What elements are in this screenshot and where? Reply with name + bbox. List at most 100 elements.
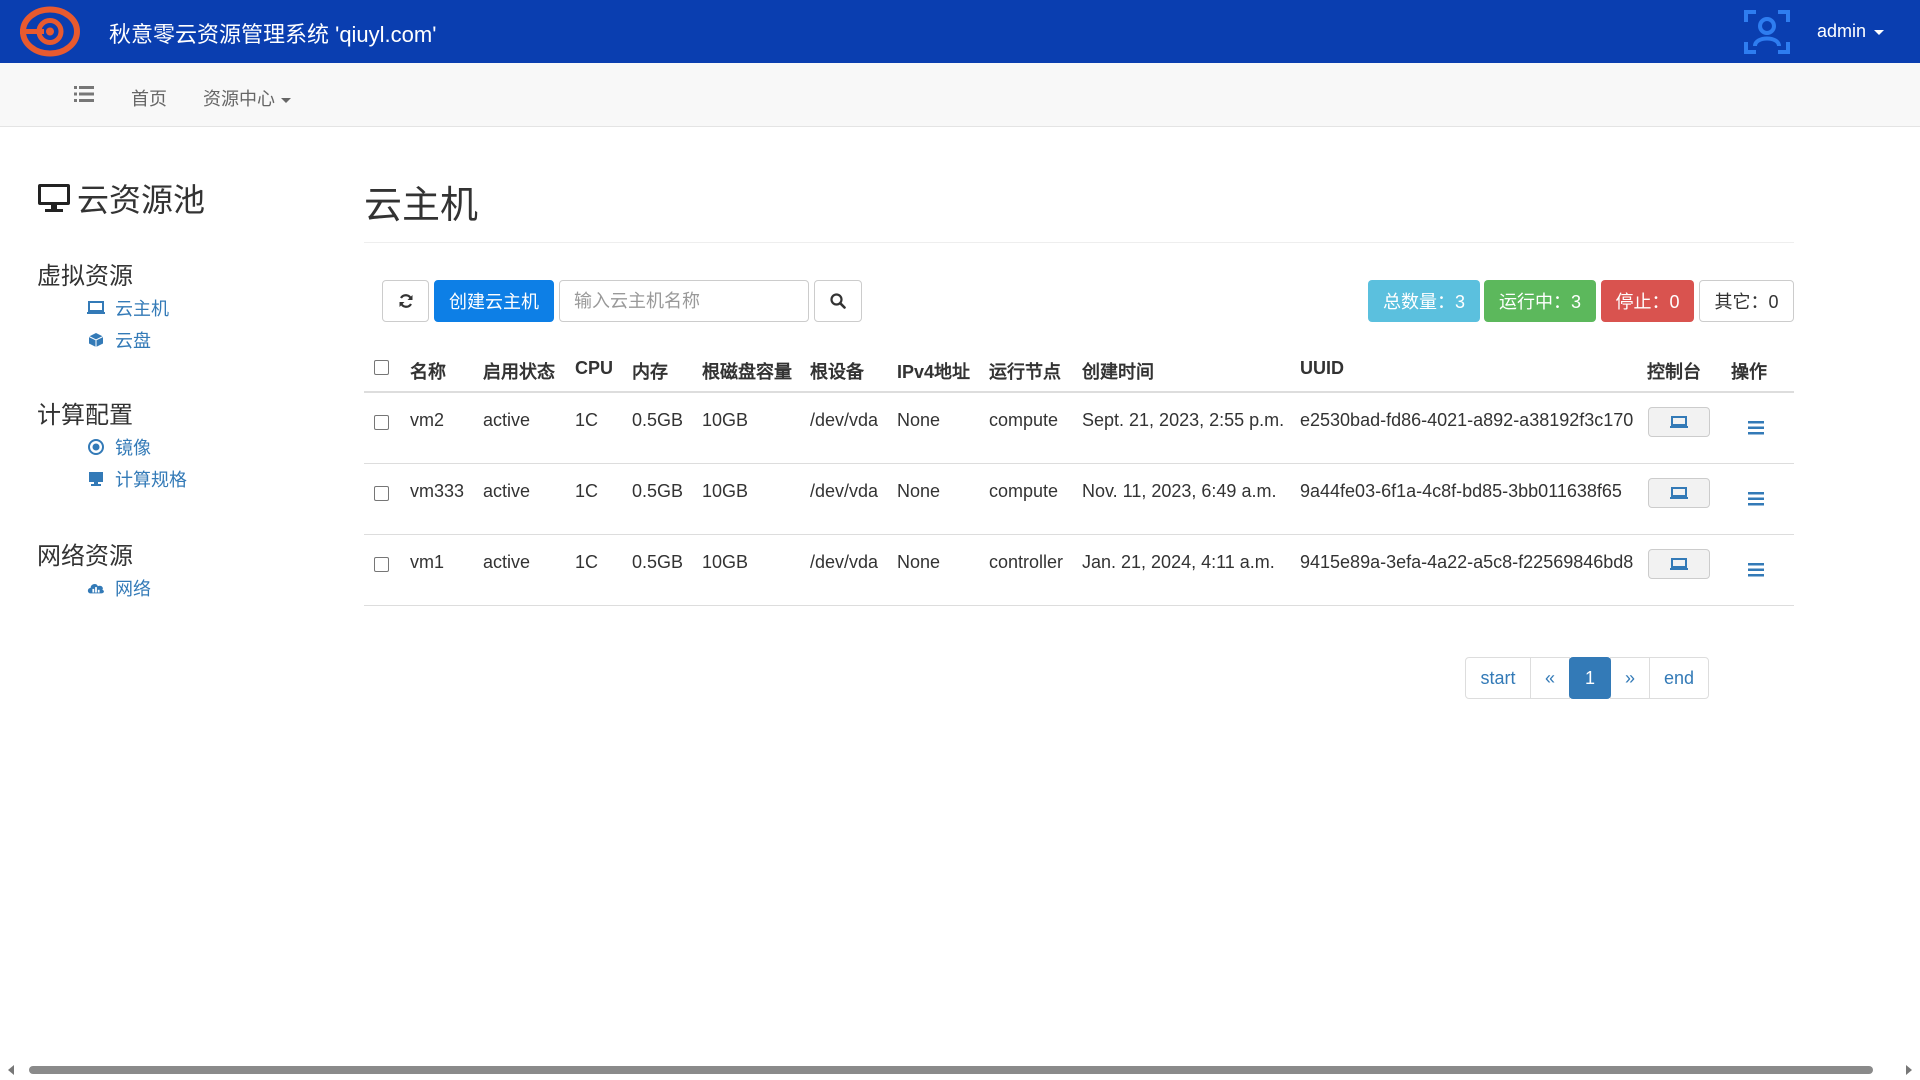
chevron-down-icon xyxy=(281,97,291,103)
sub-navbar: 首页 资源中心 xyxy=(0,63,1920,127)
page-current[interactable]: 1 xyxy=(1569,657,1611,699)
user-name: admin xyxy=(1817,21,1867,41)
vm-search-input[interactable] xyxy=(559,280,809,322)
page-end-link[interactable]: end xyxy=(1649,657,1709,699)
sidebar-item-label: 网络 xyxy=(115,579,151,599)
app-title: 秋意零云资源管理系统 'qiuyl.com' xyxy=(109,22,437,47)
search-button[interactable] xyxy=(814,280,862,322)
pagination: start « 1 » end xyxy=(1465,657,1709,699)
cell-status: active xyxy=(483,552,531,572)
col-ipv4: IPv4地址 xyxy=(897,362,971,382)
console-button[interactable] xyxy=(1648,407,1710,437)
nav-resource-center-dropdown[interactable]: 资源中心 xyxy=(203,85,291,111)
cell-status: active xyxy=(483,481,531,501)
sidebar-title: 云资源池 xyxy=(37,175,205,221)
select-all-checkbox[interactable] xyxy=(374,360,389,375)
sidebar-item-vm[interactable]: 云主机 xyxy=(87,295,169,321)
running-count-badge: 运行中：3 xyxy=(1484,280,1596,322)
hamburger-menu-icon[interactable] xyxy=(1748,492,1764,506)
cell-memory: 0.5GB xyxy=(632,410,684,430)
cell-cpu: 1C xyxy=(575,410,599,430)
table-header: 名称 启用状态 CPU 内存 根磁盘容量 根设备 IPv4地址 运行节点 创建时… xyxy=(364,345,1794,393)
console-button[interactable] xyxy=(1648,478,1710,508)
user-avatar-icon[interactable] xyxy=(1742,8,1792,56)
col-uuid: UUID xyxy=(1300,358,1344,378)
cell-root-device: /dev/vda xyxy=(810,410,879,430)
sidebar-item-label: 计算规格 xyxy=(115,470,187,490)
nav-home-link[interactable]: 首页 xyxy=(131,85,167,111)
sidebar-section-compute: 计算配置 xyxy=(37,402,133,429)
top-navbar: 秋意零云资源管理系统 'qiuyl.com' admin xyxy=(0,0,1920,63)
cell-root-device: /dev/vda xyxy=(810,481,879,501)
cell-ipv4: None xyxy=(897,410,941,430)
col-actions: 操作 xyxy=(1731,362,1767,382)
cell-node: compute xyxy=(989,410,1059,430)
cell-cpu: 1C xyxy=(575,552,599,572)
row-checkbox[interactable] xyxy=(374,415,389,430)
cell-name: vm1 xyxy=(410,552,445,572)
col-memory: 内存 xyxy=(632,362,668,382)
scroll-right-arrow-icon[interactable] xyxy=(1906,1065,1912,1075)
sidebar-item-image[interactable]: 镜像 xyxy=(87,434,151,460)
cell-status: active xyxy=(483,410,531,430)
sidebar-item-label: 云主机 xyxy=(115,299,169,319)
col-console: 控制台 xyxy=(1647,362,1701,382)
logo-icon xyxy=(20,6,80,57)
record-icon xyxy=(87,438,105,456)
cube-icon xyxy=(87,331,105,349)
cell-created: Sept. 21, 2023, 2:55 p.m. xyxy=(1082,410,1285,430)
sidebar-item-disk[interactable]: 云盘 xyxy=(87,327,151,353)
cell-created: Nov. 11, 2023, 6:49 a.m. xyxy=(1082,481,1277,501)
page-start-link[interactable]: start xyxy=(1465,657,1531,699)
other-count-badge: 其它：0 xyxy=(1699,280,1794,322)
page-prev-link[interactable]: « xyxy=(1530,657,1570,699)
page-next-link[interactable]: » xyxy=(1610,657,1650,699)
row-checkbox[interactable] xyxy=(374,557,389,572)
nav-resource-center-label: 资源中心 xyxy=(203,89,275,109)
cell-uuid: 9a44fe03-6f1a-4c8f-bd85-3bb011638f65 xyxy=(1300,481,1622,501)
monitor-icon xyxy=(87,470,105,488)
desktop-icon xyxy=(38,184,70,212)
console-button[interactable] xyxy=(1648,549,1710,579)
sidebar-item-network[interactable]: 网络 xyxy=(87,575,151,601)
cell-root-disk: 10GB xyxy=(702,552,749,572)
cell-name: vm2 xyxy=(410,410,445,430)
cell-node: compute xyxy=(989,481,1059,501)
cell-memory: 0.5GB xyxy=(632,481,684,501)
total-count-badge: 总数量：3 xyxy=(1368,280,1480,322)
hamburger-menu-icon[interactable] xyxy=(1748,563,1764,577)
create-vm-button[interactable]: 创建云主机 xyxy=(434,280,554,322)
cell-uuid: e2530bad-fd86-4021-a892-a38192f3c170 xyxy=(1300,410,1634,430)
sidebar-section-network: 网络资源 xyxy=(37,543,133,570)
cell-uuid: 9415e89a-3efa-4a22-a5c8-f22569846bd8 xyxy=(1300,552,1634,572)
table-row: vm2 active 1C 0.5GB 10GB /dev/vda None c… xyxy=(364,393,1794,464)
chevron-down-icon xyxy=(1874,29,1885,35)
col-name: 名称 xyxy=(410,362,446,382)
cell-root-disk: 10GB xyxy=(702,481,749,501)
hamburger-menu-icon[interactable] xyxy=(1748,421,1764,435)
cloud-icon xyxy=(87,579,105,597)
page-title: 云主机 xyxy=(364,185,479,227)
row-checkbox[interactable] xyxy=(374,486,389,501)
cell-memory: 0.5GB xyxy=(632,552,684,572)
search-icon xyxy=(830,293,846,309)
user-menu[interactable]: admin xyxy=(1817,21,1885,42)
scrollbar-thumb[interactable] xyxy=(29,1066,1873,1074)
cell-node: controller xyxy=(989,552,1064,572)
laptop-icon xyxy=(1670,486,1688,499)
table-row: vm333 active 1C 0.5GB 10GB /dev/vda None… xyxy=(364,464,1794,535)
sidebar-item-flavor[interactable]: 计算规格 xyxy=(87,466,187,492)
stopped-count-badge: 停止：0 xyxy=(1601,280,1694,322)
sidebar-item-label: 镜像 xyxy=(115,438,151,458)
laptop-icon xyxy=(87,299,105,317)
refresh-icon xyxy=(399,294,412,308)
list-toggle-icon[interactable] xyxy=(74,85,94,103)
refresh-button[interactable] xyxy=(382,280,429,322)
cell-name: vm333 xyxy=(410,481,465,501)
sidebar-title-label: 云资源池 xyxy=(77,182,206,218)
col-cpu: CPU xyxy=(575,358,614,378)
title-divider xyxy=(364,242,1794,243)
horizontal-scrollbar[interactable] xyxy=(0,1060,1920,1080)
cell-cpu: 1C xyxy=(575,481,599,501)
scroll-left-arrow-icon[interactable] xyxy=(8,1065,14,1075)
